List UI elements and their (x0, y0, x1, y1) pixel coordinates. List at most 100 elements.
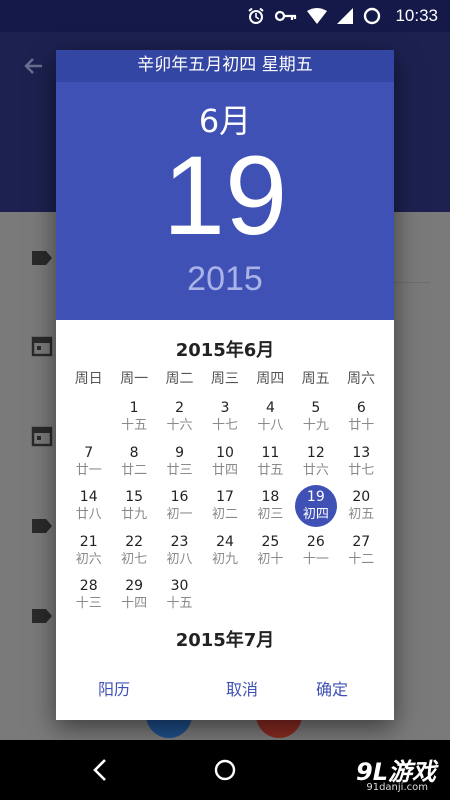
selected-day[interactable]: 19 (56, 134, 394, 258)
day-cell[interactable]: 4 十八 (249, 396, 291, 438)
day-cell[interactable]: 5 十九 (295, 396, 337, 438)
day-number: 14 (79, 489, 98, 505)
calendar-icon (31, 336, 53, 357)
lunar-day: 廿三 (166, 462, 193, 478)
day-cell[interactable]: 7 廿一 (68, 441, 110, 483)
date-picker-dialog: 辛卯年五月初四 星期五 6月 19 2015 2015年6月 周日 周一 周二 周三周… (56, 50, 394, 720)
day-cell[interactable]: 3 十七 (204, 396, 246, 438)
day-cell[interactable]: 17 初二 (204, 485, 246, 527)
month-title: 2015年6月 (175, 340, 275, 361)
lunar-day: 十二 (348, 551, 375, 567)
status-time: 10:33 (395, 6, 438, 25)
day-number: 11 (261, 444, 280, 461)
lunar-day: 廿四 (211, 462, 238, 478)
day-number: 18 (261, 489, 280, 505)
lunar-day: 初四 (302, 507, 329, 522)
battery-icon (364, 7, 381, 25)
day-number: 28 (79, 578, 98, 594)
weekday-label: 周二 (165, 371, 194, 387)
lunar-day: 廿二 (121, 462, 148, 478)
weekday-label: 周三 (210, 371, 239, 387)
day-cell[interactable]: 8 廿二 (113, 441, 155, 483)
day-cell[interactable]: 28 十三 (68, 574, 110, 616)
next-month-title: 2015年7月 (175, 630, 275, 651)
day-cell[interactable]: 10 廿四 (204, 441, 246, 483)
cancel-button[interactable]: 取消 (226, 676, 258, 700)
day-number: 7 (84, 444, 94, 461)
label-icon (32, 519, 52, 533)
weekday-header: 周日 周一 周二 周三 周四 周五 周六 (66, 368, 384, 388)
lunar-day: 廿八 (75, 507, 102, 522)
day-number: 2 (175, 400, 185, 416)
day-number: 26 (306, 533, 325, 550)
label-icon (32, 251, 52, 265)
ok-button[interactable]: 确定 (316, 676, 348, 700)
day-cell[interactable]: 23 初八 (159, 530, 201, 572)
nav-back-icon[interactable] (90, 758, 110, 782)
lunar-day: 初九 (211, 551, 238, 567)
day-number: 5 (311, 400, 321, 416)
day-cell[interactable]: 27 十二 (340, 530, 382, 572)
weekday-label: 周日 (74, 371, 103, 387)
lunar-day: 十五 (166, 596, 193, 611)
day-cell[interactable]: 22 初七 (113, 530, 155, 572)
dialog-actions: 阳历 取消 确定 (56, 670, 394, 710)
day-cell[interactable]: 2 十六 (159, 396, 201, 438)
lunar-day: 十五 (121, 418, 148, 433)
day-cell[interactable]: 26 十一 (295, 530, 337, 572)
lunar-day: 廿九 (121, 507, 148, 522)
day-cell-selected[interactable]: 19 初四 (294, 485, 337, 527)
lunar-day: 十一 (302, 551, 329, 567)
lunar-day: 初五 (348, 507, 375, 522)
solar-toggle-button[interactable]: 阳历 (98, 676, 130, 700)
day-number: 23 (170, 533, 189, 550)
day-cell[interactable]: 18 初三 (249, 485, 291, 527)
day-number: 4 (265, 400, 275, 416)
wifi-icon (307, 8, 328, 24)
day-cell[interactable]: 24 初九 (204, 530, 246, 572)
alarm-icon (248, 7, 265, 24)
day-cell[interactable]: 20 初五 (340, 485, 382, 527)
weekday-label: 周一 (120, 371, 149, 387)
day-number: 30 (170, 578, 189, 594)
lunar-date-header: 辛卯年五月初四 星期五 (56, 50, 394, 82)
day-cell[interactable]: 13 廿七 (340, 441, 382, 483)
day-cell[interactable]: 9 廿三 (159, 441, 201, 483)
nav-home-icon[interactable] (213, 758, 237, 782)
day-cell[interactable]: 14 廿八 (68, 485, 110, 527)
lunar-day: 廿六 (302, 462, 329, 478)
lunar-day: 初十 (257, 551, 284, 567)
day-cell[interactable]: 21 初六 (68, 530, 110, 572)
lunar-day: 十四 (121, 596, 148, 611)
lunar-day: 廿十 (348, 418, 375, 433)
lunar-day: 初二 (211, 507, 238, 522)
weekday-label: 周六 (347, 371, 376, 387)
day-cell[interactable]: 6 廿十 (340, 396, 382, 438)
lunar-day: 十六 (166, 418, 193, 433)
day-cell[interactable]: 1 十五 (113, 396, 155, 438)
signal-icon (337, 8, 354, 24)
day-cell[interactable]: 12 廿六 (295, 441, 337, 483)
day-cell[interactable]: 16 初一 (159, 485, 201, 527)
day-number: 10 (216, 444, 234, 461)
day-cell[interactable]: 30 十五 (159, 574, 201, 616)
day-cell[interactable]: 11 廿五 (249, 441, 291, 483)
day-number: 1 (129, 400, 139, 416)
day-number: 8 (129, 444, 139, 461)
label-icon (32, 609, 52, 623)
day-number: 15 (125, 489, 144, 505)
day-cell[interactable]: 29 十四 (113, 574, 155, 616)
day-number: 21 (79, 533, 98, 550)
key-icon (275, 10, 297, 22)
watermark-url: 91danji.com (366, 782, 428, 793)
day-number: 20 (352, 489, 371, 505)
selected-year[interactable]: 2015 (56, 260, 394, 299)
lunar-day: 廿一 (75, 462, 102, 478)
day-number: 25 (261, 533, 280, 550)
back-arrow-icon[interactable] (22, 54, 46, 78)
day-number: 16 (170, 489, 189, 505)
day-cell[interactable]: 25 初十 (249, 530, 291, 572)
lunar-day: 初八 (166, 551, 193, 567)
weekday-label: 周四 (256, 371, 285, 387)
day-cell[interactable]: 15 廿九 (113, 485, 155, 527)
